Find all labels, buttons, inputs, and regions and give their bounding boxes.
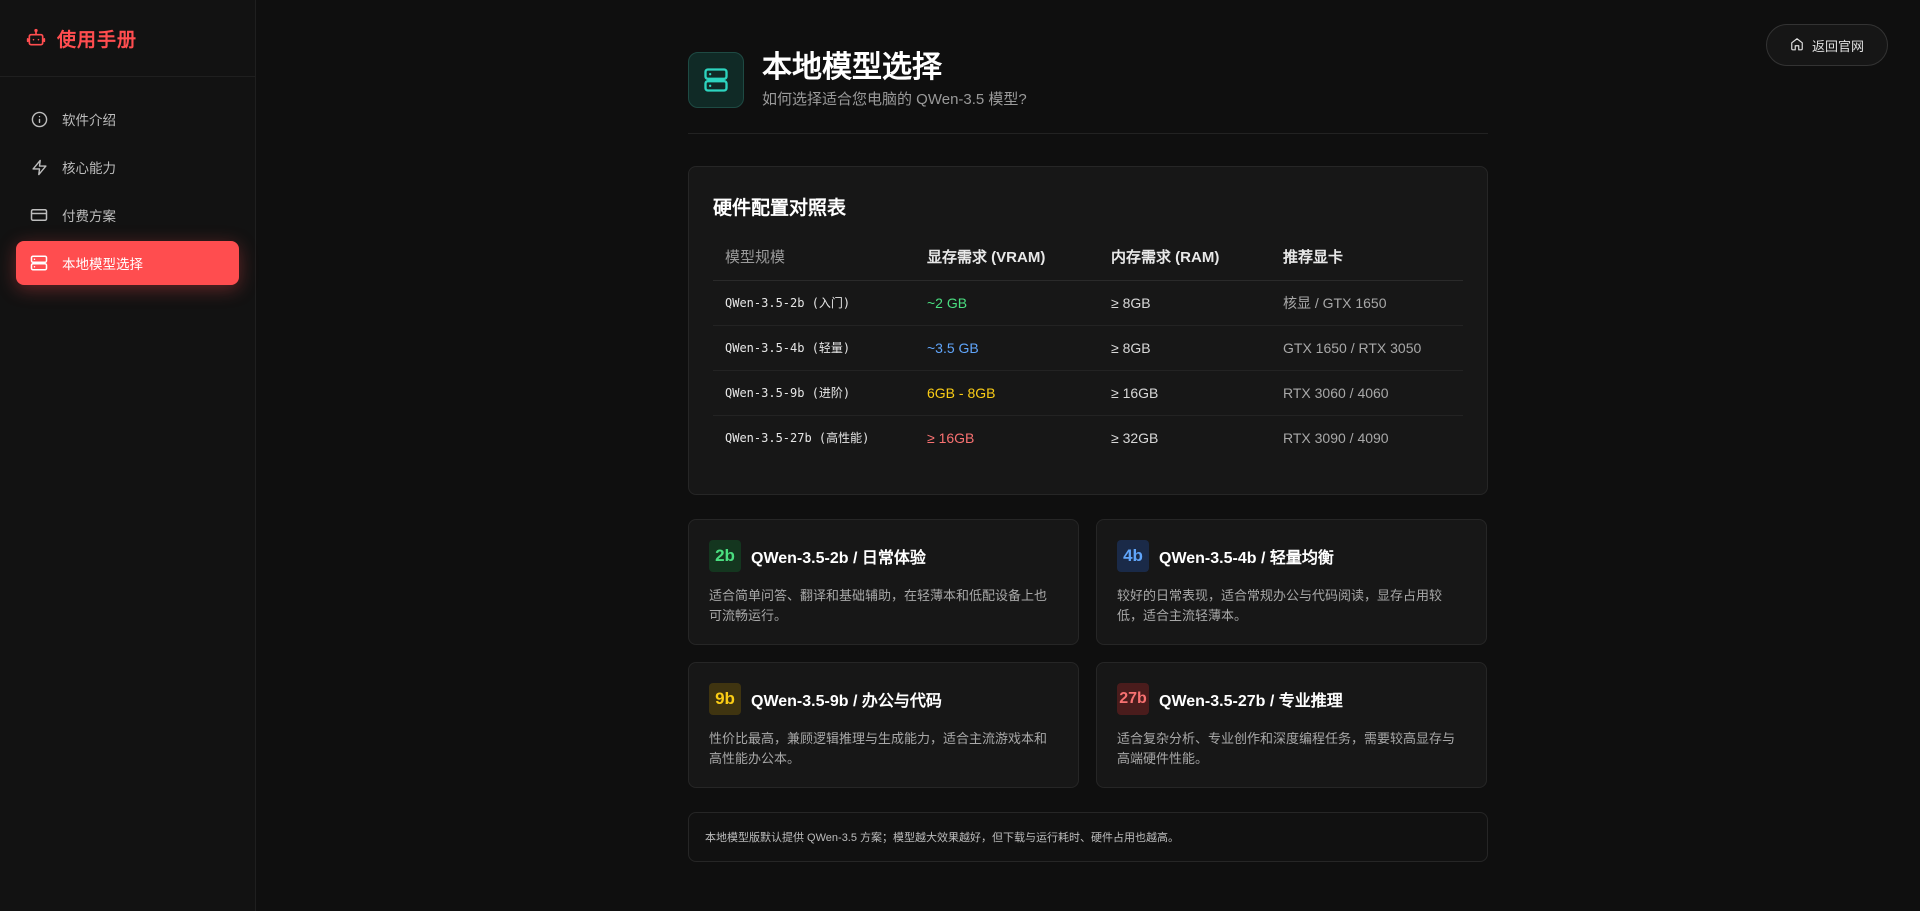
table-row: QWen-3.5-4b (轻量) ~3.5 GB ≥ 8GB GTX 1650 …	[713, 325, 1463, 371]
table-row: QWen-3.5-9b (进阶) 6GB - 8GB ≥ 16GB RTX 30…	[713, 370, 1463, 416]
sidebar-item-label: 付费方案	[62, 209, 116, 224]
lightning-icon	[30, 158, 48, 176]
cell-ram: ≥ 16GB	[1099, 370, 1271, 416]
table-header-row: 模型规模 显存需求 (VRAM) 内存需求 (RAM) 推荐显卡	[713, 234, 1463, 281]
cell-model: QWen-3.5-4b (轻量)	[713, 325, 915, 371]
model-card-desc: 适合简单问答、翻译和基础辅助，在轻薄本和低配设备上也可流畅运行。	[709, 588, 1048, 623]
hardware-table: 模型规模 显存需求 (VRAM) 内存需求 (RAM) 推荐显卡 QWen-3.…	[713, 234, 1463, 460]
cell-model: QWen-3.5-27b (高性能)	[725, 431, 870, 446]
sidebar-item-intro[interactable]: 软件介绍	[16, 97, 239, 141]
column-header: 内存需求 (RAM)	[1099, 234, 1271, 281]
cell-model: QWen-3.5-2b (入门)	[713, 280, 915, 326]
sidebar-item-label: 本地模型选择	[62, 257, 143, 272]
sidebar-item-capabilities[interactable]: 核心能力	[16, 145, 239, 189]
sidebar-item-local-model[interactable]: 本地模型选择	[16, 241, 239, 285]
page-header: 本地模型选择 如何选择适合您电脑的 QWen-3.5 模型?	[688, 50, 1488, 134]
home-icon	[1790, 37, 1804, 54]
column-header: 推荐显卡	[1271, 234, 1463, 281]
model-card-title: QWen-3.5-27b / 专业推理	[1159, 693, 1343, 710]
model-card-desc: 性价比最高，兼顾逻辑推理与生成能力，适合主流游戏本和高性能办公本。	[709, 731, 1048, 766]
model-card-desc: 适合复杂分析、专业创作和深度编程任务，需要较高显存与高端硬件性能。	[1117, 731, 1456, 766]
brand-title: 使用手册	[57, 29, 138, 51]
model-card-27b: 27b QWen-3.5-27b / 专业推理 适合复杂分析、专业创作和深度编程…	[1096, 662, 1487, 788]
cell-vram: ~3.5 GB	[915, 325, 1099, 371]
size-badge: 4b	[1117, 540, 1149, 572]
back-to-website-label: 返回官网	[1811, 38, 1864, 54]
robot-icon	[25, 27, 47, 49]
column-header: 显存需求 (VRAM)	[915, 234, 1099, 281]
server-icon	[688, 51, 744, 108]
size-badge: 27b	[1117, 683, 1149, 715]
table-row: QWen-3.5-2b (入门) ~2 GB ≥ 8GB 核显 / GTX 16…	[713, 280, 1463, 326]
sidebar-item-pricing[interactable]: 付费方案	[16, 193, 239, 237]
page-title: 本地模型选择	[762, 51, 942, 84]
cell-model: QWen-3.5-9b (进阶)	[713, 370, 915, 416]
size-badge: 9b	[709, 683, 741, 715]
model-card-9b: 9b QWen-3.5-9b / 办公与代码 性价比最高，兼顾逻辑推理与生成能力…	[688, 662, 1079, 788]
hardware-table-card: 硬件配置对照表 模型规模 显存需求 (VRAM) 内存需求 (RAM) 推荐显卡…	[688, 166, 1488, 495]
sidebar-item-label: 软件介绍	[62, 113, 116, 128]
cell-gpu: 核显 / GTX 1650	[1271, 280, 1463, 326]
table-title: 硬件配置对照表	[713, 198, 847, 219]
column-header: 模型规模	[713, 234, 915, 281]
page-subtitle: 如何选择适合您电脑的 QWen-3.5 模型?	[762, 91, 1027, 108]
server-icon	[30, 254, 48, 272]
table-row: QWen-3.5-27b (高性能) ≥ 16GB ≥ 32GB RTX 309…	[713, 415, 1463, 460]
model-card-title: QWen-3.5-9b / 办公与代码	[751, 693, 942, 710]
sidebar-nav: 软件介绍 核心能力 付费方案 本地模型选择	[0, 77, 255, 305]
cell-ram: ≥ 8GB	[1099, 325, 1271, 371]
sidebar: 使用手册 软件介绍 核心能力 付费方案 本地模型选择	[0, 0, 256, 911]
main-content: 本地模型选择 如何选择适合您电脑的 QWen-3.5 模型? 硬件配置对照表 模…	[688, 50, 1488, 862]
info-icon	[30, 110, 48, 128]
model-card-2b: 2b QWen-3.5-2b / 日常体验 适合简单问答、翻译和基础辅助，在轻薄…	[688, 519, 1079, 645]
sidebar-item-label: 核心能力	[62, 161, 116, 176]
footnote: 本地模型版默认提供 QWen-3.5 方案；模型越大效果越好，但下载与运行耗时、…	[688, 812, 1488, 862]
cell-ram: ≥ 32GB	[1111, 429, 1159, 446]
model-card-title: QWen-3.5-2b / 日常体验	[751, 550, 926, 567]
cell-gpu: GTX 1650 / RTX 3050	[1271, 325, 1463, 371]
model-card-title: QWen-3.5-4b / 轻量均衡	[1159, 550, 1334, 567]
cell-gpu: RTX 3090 / 4090	[1283, 429, 1389, 446]
model-card-desc: 较好的日常表现，适合常规办公与代码阅读，显存占用较低，适合主流轻薄本。	[1117, 588, 1443, 623]
size-badge: 2b	[709, 540, 741, 572]
cell-vram: 6GB - 8GB	[915, 370, 1099, 416]
model-cards-grid: 2b QWen-3.5-2b / 日常体验 适合简单问答、翻译和基础辅助，在轻薄…	[688, 519, 1488, 788]
cell-vram: ~2 GB	[915, 280, 1099, 326]
brand[interactable]: 使用手册	[0, 0, 255, 77]
back-to-website-button[interactable]: 返回官网	[1766, 24, 1888, 66]
cell-ram: ≥ 8GB	[1099, 280, 1271, 326]
cell-vram: ≥ 16GB	[927, 429, 975, 446]
model-card-4b: 4b QWen-3.5-4b / 轻量均衡 较好的日常表现，适合常规办公与代码阅…	[1096, 519, 1487, 645]
credit-card-icon	[30, 206, 48, 224]
cell-gpu: RTX 3060 / 4060	[1271, 370, 1463, 416]
